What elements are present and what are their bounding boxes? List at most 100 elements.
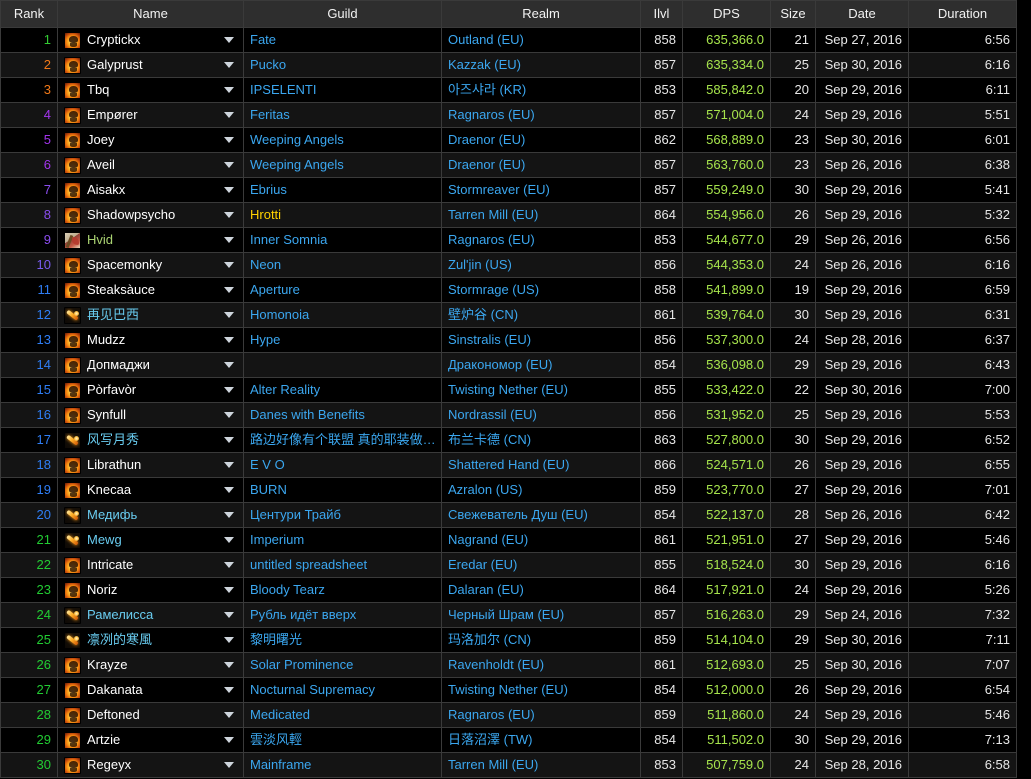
chevron-down-icon[interactable] xyxy=(224,112,234,118)
chevron-down-icon[interactable] xyxy=(224,212,234,218)
chevron-down-icon[interactable] xyxy=(224,562,234,568)
realm-cell[interactable]: 壁炉谷 (CN) xyxy=(441,302,641,328)
table-row[interactable]: 17 风写月秀 路边好像有个联盟 真的耶装做… 布兰卡德 (CN) 863 527,800… xyxy=(0,427,1017,453)
guild-cell[interactable]: Weeping Angels xyxy=(243,152,442,178)
guild-cell[interactable]: Hype xyxy=(243,327,442,353)
column-header-dps[interactable]: DPS xyxy=(682,0,771,28)
realm-cell[interactable]: 布兰卡德 (CN) xyxy=(441,427,641,453)
realm-cell[interactable]: Draenor (EU) xyxy=(441,152,641,178)
realm-cell[interactable]: Kazzak (EU) xyxy=(441,52,641,78)
realm-cell[interactable]: Outland (EU) xyxy=(441,27,641,53)
table-row[interactable]: 4 Empører Feritas Ragnaros (EU) 857 571,004.0… xyxy=(0,102,1017,128)
chevron-down-icon[interactable] xyxy=(224,137,234,143)
name-cell[interactable]: Empører xyxy=(57,102,244,128)
table-row[interactable]: 24 Рамелисса Рубль идёт вверх Черный Шрам (… xyxy=(0,602,1017,628)
realm-cell[interactable]: Ragnaros (EU) xyxy=(441,102,641,128)
table-row[interactable]: 19 Knecaa BURN Azralon (US) 859 523,770.0 27 Se… xyxy=(0,477,1017,503)
name-cell[interactable]: Рамелисса xyxy=(57,602,244,628)
table-row[interactable]: 9 Hvid Inner Somnia Ragnaros (EU) 853 544,677… xyxy=(0,227,1017,253)
column-header-date[interactable]: Date xyxy=(815,0,909,28)
table-row[interactable]: 8 Shadowpsycho Hrotti Tarren Mill (EU) 864 55… xyxy=(0,202,1017,228)
chevron-down-icon[interactable] xyxy=(224,162,234,168)
chevron-down-icon[interactable] xyxy=(224,412,234,418)
realm-cell[interactable]: Дракономор (EU) xyxy=(441,352,641,378)
guild-cell[interactable]: IPSELENTI xyxy=(243,77,442,103)
realm-cell[interactable]: 玛洛加尔 (CN) xyxy=(441,627,641,653)
name-cell[interactable]: Synfull xyxy=(57,402,244,428)
table-row[interactable]: 18 Librathun E V O Shattered Hand (EU) 866 52… xyxy=(0,452,1017,478)
realm-cell[interactable]: Stormreaver (EU) xyxy=(441,177,641,203)
realm-cell[interactable]: Ragnaros (EU) xyxy=(441,227,641,253)
chevron-down-icon[interactable] xyxy=(224,587,234,593)
chevron-down-icon[interactable] xyxy=(224,312,234,318)
table-row[interactable]: 30 Regeyx Mainframe Tarren Mill (EU) 853 507,… xyxy=(0,752,1017,778)
character-name[interactable]: Mewg xyxy=(87,529,122,552)
name-cell[interactable]: 再见巴西 xyxy=(57,302,244,328)
name-cell[interactable]: Galyprust xyxy=(57,52,244,78)
realm-cell[interactable]: Tarren Mill (EU) xyxy=(441,202,641,228)
name-cell[interactable]: Aisakx xyxy=(57,177,244,203)
name-cell[interactable]: Librathun xyxy=(57,452,244,478)
name-cell[interactable]: Aveil xyxy=(57,152,244,178)
chevron-down-icon[interactable] xyxy=(224,362,234,368)
guild-cell[interactable]: Fate xyxy=(243,27,442,53)
column-header-ilvl[interactable]: Ilvl xyxy=(640,0,683,28)
character-name[interactable]: 凛冽的寒風 xyxy=(87,629,152,652)
chevron-down-icon[interactable] xyxy=(224,87,234,93)
guild-cell[interactable]: Feritas xyxy=(243,102,442,128)
character-name[interactable]: Медифь xyxy=(87,504,137,527)
character-name[interactable]: Krayze xyxy=(87,654,127,677)
character-name[interactable]: Steaksàuce xyxy=(87,279,155,302)
name-cell[interactable]: 风写月秀 xyxy=(57,427,244,453)
realm-cell[interactable]: Azralon (US) xyxy=(441,477,641,503)
realm-cell[interactable]: Twisting Nether (EU) xyxy=(441,677,641,703)
table-row[interactable]: 16 Synfull Danes with Benefits Nordrassil (… xyxy=(0,402,1017,428)
guild-cell[interactable]: Imperium xyxy=(243,527,442,553)
character-name[interactable]: 再见巴西 xyxy=(87,304,139,327)
guild-cell[interactable]: 路边好像有个联盟 真的耶装做… xyxy=(243,427,442,453)
table-row[interactable]: 7 Aisakx Ebrius Stormreaver (EU) 857 559,249.… xyxy=(0,177,1017,203)
table-row[interactable]: 10 Spacemonky Neon Zul'jin (US) 856 544,353.0… xyxy=(0,252,1017,278)
character-name[interactable]: Empører xyxy=(87,104,138,127)
name-cell[interactable]: Tbq xyxy=(57,77,244,103)
guild-cell[interactable]: Homonoia xyxy=(243,302,442,328)
chevron-down-icon[interactable] xyxy=(224,512,234,518)
guild-cell[interactable]: Hrotti xyxy=(243,202,442,228)
realm-cell[interactable]: Ravenholdt (EU) xyxy=(441,652,641,678)
character-name[interactable]: Synfull xyxy=(87,404,126,427)
guild-cell[interactable]: Danes with Benefits xyxy=(243,402,442,428)
guild-cell[interactable]: Weeping Angels xyxy=(243,127,442,153)
realm-cell[interactable]: 아즈샤라 (KR) xyxy=(441,77,641,103)
name-cell[interactable]: Joey xyxy=(57,127,244,153)
table-row[interactable]: 27 Dakanata Nocturnal Supremacy Twisting Ne… xyxy=(0,677,1017,703)
character-name[interactable]: 风写月秀 xyxy=(87,429,139,452)
chevron-down-icon[interactable] xyxy=(224,712,234,718)
character-name[interactable]: Mudzz xyxy=(87,329,125,352)
guild-cell[interactable]: Bloody Tearz xyxy=(243,577,442,603)
column-header-size[interactable]: Size xyxy=(770,0,816,28)
name-cell[interactable]: Noriz xyxy=(57,577,244,603)
table-row[interactable]: 14 Допмаджи Дракономор (EU) 854 536,098.0 29 S… xyxy=(0,352,1017,378)
realm-cell[interactable]: Shattered Hand (EU) xyxy=(441,452,641,478)
character-name[interactable]: Aisakx xyxy=(87,179,125,202)
table-row[interactable]: 29 Artzie 雲淡风輕 日落沼澤 (TW) 854 511,502.0 30 Sep 2… xyxy=(0,727,1017,753)
character-name[interactable]: Tbq xyxy=(87,79,109,102)
table-row[interactable]: 21 Mewg Imperium Nagrand (EU) 861 521,951.0 27… xyxy=(0,527,1017,553)
name-cell[interactable]: Mewg xyxy=(57,527,244,553)
character-name[interactable]: Galyprust xyxy=(87,54,143,77)
guild-cell[interactable]: Ebrius xyxy=(243,177,442,203)
table-row[interactable]: 13 Mudzz Hype Sinstralis (EU) 856 537,300.0 24… xyxy=(0,327,1017,353)
guild-cell[interactable]: Inner Somnia xyxy=(243,227,442,253)
table-row[interactable]: 5 Joey Weeping Angels Draenor (EU) 862 568,88… xyxy=(0,127,1017,153)
name-cell[interactable]: Shadowpsycho xyxy=(57,202,244,228)
chevron-down-icon[interactable] xyxy=(224,637,234,643)
realm-cell[interactable]: Tarren Mill (EU) xyxy=(441,752,641,778)
character-name[interactable]: Intricate xyxy=(87,554,133,577)
realm-cell[interactable]: Свежеватель Душ (EU) xyxy=(441,502,641,528)
name-cell[interactable]: Cryptickx xyxy=(57,27,244,53)
guild-cell[interactable]: Рубль идёт вверх xyxy=(243,602,442,628)
table-row[interactable]: 1 Cryptickx Fate Outland (EU) 858 635,366.0 21… xyxy=(0,27,1017,53)
realm-cell[interactable]: Zul'jin (US) xyxy=(441,252,641,278)
guild-cell[interactable]: BURN xyxy=(243,477,442,503)
chevron-down-icon[interactable] xyxy=(224,462,234,468)
